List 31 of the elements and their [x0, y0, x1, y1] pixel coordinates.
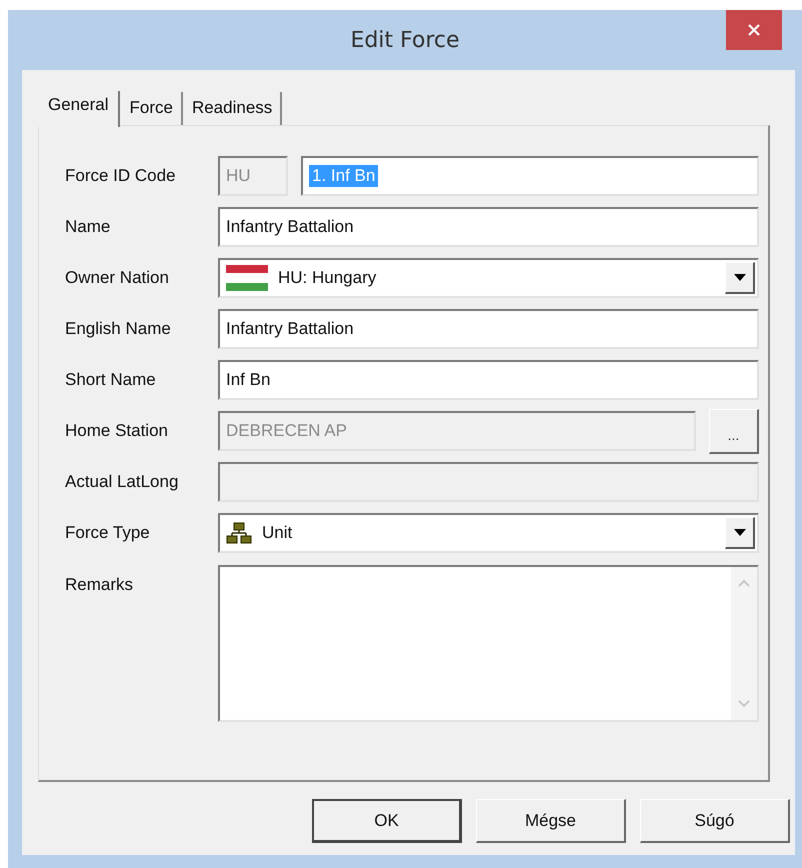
- dropdown[interactable]: HU: Hungary: [218, 258, 759, 298]
- hierarchy-icon: [226, 522, 252, 544]
- dialog-button[interactable]: OK: [312, 799, 462, 843]
- input-field[interactable]: Infantry Battalion: [218, 309, 759, 349]
- window-title: Edit Force: [350, 28, 460, 52]
- caret-icon: [734, 274, 746, 281]
- dropdown-value: HU: Hungary: [278, 268, 378, 288]
- dropdown-button[interactable]: [725, 262, 755, 294]
- field-label: Force Type: [65, 523, 151, 543]
- dialog-button[interactable]: Mégse: [476, 799, 626, 843]
- field-label: Short Name: [65, 370, 157, 390]
- input-field[interactable]: Inf Bn: [218, 360, 759, 400]
- close-icon: [747, 23, 761, 37]
- field-label: Actual LatLong: [65, 472, 180, 492]
- field-label: Home Station: [65, 421, 169, 441]
- scroll-up-icon: [738, 579, 750, 587]
- scroll-down-icon: [738, 700, 750, 708]
- flag-icon: [226, 265, 268, 291]
- field-label: Force ID Code: [65, 166, 177, 186]
- dropdown-button[interactable]: [725, 517, 755, 549]
- dropdown[interactable]: Unit: [218, 513, 759, 553]
- dropdown-value: Unit: [262, 523, 294, 543]
- field-label: Owner Nation: [65, 268, 170, 288]
- caret-icon: [734, 529, 746, 536]
- input-field[interactable]: Infantry Battalion: [218, 207, 759, 247]
- field-label: Remarks: [65, 574, 134, 595]
- dialog-button[interactable]: Súgó: [640, 799, 790, 843]
- field-label: Name: [65, 217, 112, 237]
- tab[interactable]: General: [38, 91, 120, 127]
- field-label: English Name: [65, 319, 172, 339]
- close-button[interactable]: [726, 10, 782, 50]
